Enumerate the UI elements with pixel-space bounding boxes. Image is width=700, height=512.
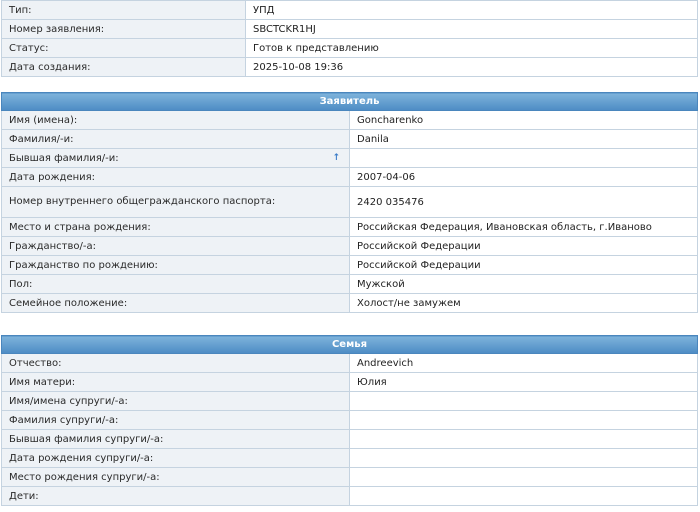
- field-value: Российской Федерации: [349, 236, 698, 256]
- family-row-patronymic: Отчество: Andreevich: [1, 353, 698, 373]
- section-header-applicant: Заявитель: [1, 92, 698, 111]
- applicant-row-birth-place: Место и страна рождения: Российская Феде…: [1, 217, 698, 237]
- family-row-spouse-former-surname: Бывшая фамилия супруги/-а:: [1, 429, 698, 449]
- field-label: Имя/имена супруги/-а:: [1, 391, 350, 411]
- field-value: Российской Федерации: [349, 255, 698, 275]
- field-label: Дети:: [1, 486, 350, 506]
- summary-row-type: Тип: УПД: [1, 0, 698, 20]
- field-label: Гражданство по рождению:: [1, 255, 350, 275]
- applicant-table: Заявитель Имя (имена): Goncharenko Фамил…: [1, 92, 698, 313]
- field-label: Семейное положение:: [1, 293, 350, 313]
- field-value: 2025-10-08 19:36: [245, 57, 698, 77]
- applicant-row-first-name: Имя (имена): Goncharenko: [1, 110, 698, 130]
- field-label: Дата рождения:: [1, 167, 350, 187]
- field-label: Место рождения супруги/-а:: [1, 467, 350, 487]
- field-label: Отчество:: [1, 353, 350, 373]
- applicant-row-birth-date: Дата рождения: 2007-04-06: [1, 167, 698, 187]
- field-label: Пол:: [1, 274, 350, 294]
- field-label: Номер внутреннего общегражданского паспо…: [1, 186, 350, 218]
- applicant-row-birth-citizenship: Гражданство по рождению: Российской Феде…: [1, 255, 698, 275]
- field-label: Имя (имена):: [1, 110, 350, 130]
- field-value: УПД: [245, 0, 698, 20]
- summary-row-status: Статус: Готов к представлению: [1, 38, 698, 58]
- field-value: [349, 486, 698, 506]
- field-value: [349, 148, 698, 168]
- summary-table: Тип: УПД Номер заявления: SBCTCKR1HJ Ста…: [1, 0, 698, 77]
- summary-row-created: Дата создания: 2025-10-08 19:36: [1, 57, 698, 77]
- field-value: Юлия: [349, 372, 698, 392]
- field-value: Goncharenko: [349, 110, 698, 130]
- field-label: Статус:: [1, 38, 246, 58]
- field-value: [349, 391, 698, 411]
- field-value: [349, 429, 698, 449]
- family-row-children: Дети:: [1, 486, 698, 506]
- field-value: [349, 467, 698, 487]
- applicant-row-former-surname: Бывшая фамилия/-и: ↑: [1, 148, 698, 168]
- summary-row-number: Номер заявления: SBCTCKR1HJ: [1, 19, 698, 39]
- applicant-row-citizenship: Гражданство/-а: Российской Федерации: [1, 236, 698, 256]
- family-row-spouse-birth-date: Дата рождения супруги/-а:: [1, 448, 698, 468]
- field-label-text: Бывшая фамилия/-и:: [9, 152, 119, 164]
- field-value: SBCTCKR1HJ: [245, 19, 698, 39]
- field-value: Danila: [349, 129, 698, 149]
- field-value: [349, 410, 698, 430]
- field-label: Бывшая фамилия супруги/-а:: [1, 429, 350, 449]
- family-table: Семья Отчество: Andreevich Имя матери: Ю…: [1, 335, 698, 506]
- field-label: Дата рождения супруги/-а:: [1, 448, 350, 468]
- field-value: Мужской: [349, 274, 698, 294]
- family-row-spouse-name: Имя/имена супруги/-а:: [1, 391, 698, 411]
- applicant-row-marital-status: Семейное положение: Холост/не замужем: [1, 293, 698, 313]
- field-value: 2007-04-06: [349, 167, 698, 187]
- section-header-family: Семья: [1, 335, 698, 354]
- field-label: Номер заявления:: [1, 19, 246, 39]
- field-label: Дата создания:: [1, 57, 246, 77]
- family-row-spouse-surname: Фамилия супруги/-а:: [1, 410, 698, 430]
- field-label: Имя матери:: [1, 372, 350, 392]
- field-value: Холост/не замужем: [349, 293, 698, 313]
- field-label: Фамилия супруги/-а:: [1, 410, 350, 430]
- field-value: Andreevich: [349, 353, 698, 373]
- field-label: Фамилия/-и:: [1, 129, 350, 149]
- field-value: Российская Федерация, Ивановская область…: [349, 217, 698, 237]
- applicant-row-passport: Номер внутреннего общегражданского паспо…: [1, 186, 698, 218]
- field-value: Готов к представлению: [245, 38, 698, 58]
- info-icon[interactable]: ↑: [332, 153, 340, 163]
- field-label: Гражданство/-а:: [1, 236, 350, 256]
- field-value: 2420 035476: [349, 186, 698, 218]
- field-label: Место и страна рождения:: [1, 217, 350, 237]
- family-row-spouse-birth-place: Место рождения супруги/-а:: [1, 467, 698, 487]
- field-label: Тип:: [1, 0, 246, 20]
- applicant-row-surname: Фамилия/-и: Danila: [1, 129, 698, 149]
- applicant-row-sex: Пол: Мужской: [1, 274, 698, 294]
- field-label: Бывшая фамилия/-и: ↑: [1, 148, 350, 168]
- family-row-mother-name: Имя матери: Юлия: [1, 372, 698, 392]
- field-value: [349, 448, 698, 468]
